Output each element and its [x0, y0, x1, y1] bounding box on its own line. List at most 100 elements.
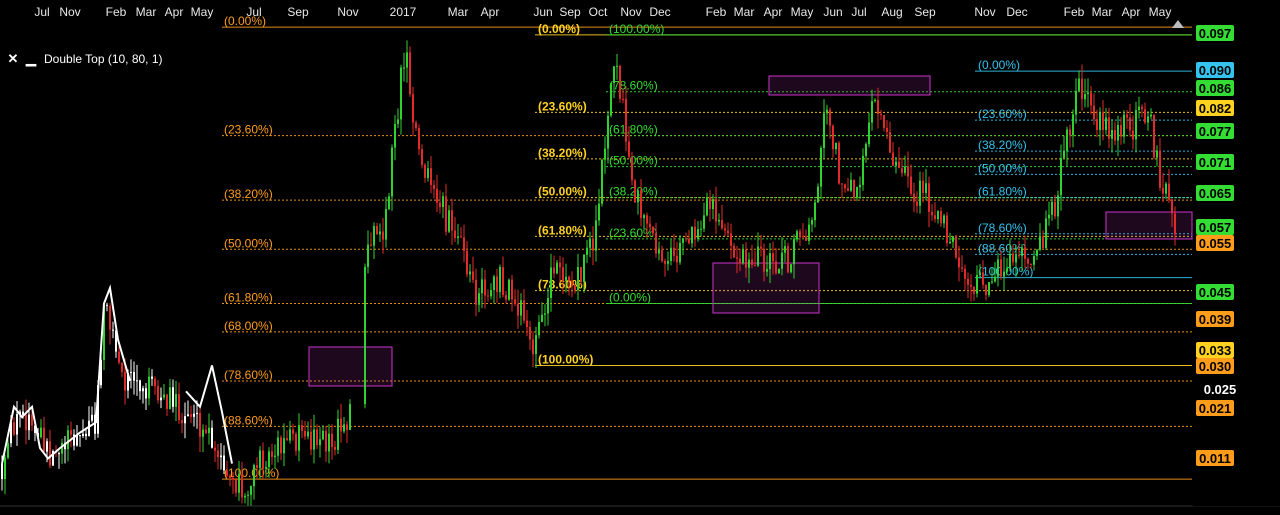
candle-body [493, 276, 495, 291]
candle-body [1006, 268, 1008, 272]
candle-body [754, 264, 756, 266]
time-axis-label: 2017 [390, 5, 417, 19]
time-axis-label: Nov [59, 5, 80, 19]
candle-body [625, 98, 627, 142]
candle-body [490, 290, 492, 297]
candle-body [1129, 117, 1131, 131]
candle-body [400, 67, 402, 120]
candle-body [382, 231, 384, 240]
candle-body [634, 180, 636, 203]
candle-body [1117, 124, 1119, 141]
candle-body [205, 429, 207, 434]
fib-level-label: (23.60%) [538, 99, 587, 113]
candle-body [148, 376, 150, 399]
candle-body [628, 141, 630, 157]
price-badge-value: 0.055 [1199, 236, 1232, 251]
candle-body [1003, 271, 1005, 277]
candle-body [184, 416, 186, 424]
candle-body [745, 249, 747, 268]
candle-body [706, 197, 708, 216]
candle-body [238, 474, 240, 493]
candle-body [703, 215, 705, 229]
candle-body [403, 67, 405, 69]
candle-body [829, 109, 831, 126]
candle-body [397, 119, 399, 124]
price-badge-value: 0.021 [1199, 401, 1232, 416]
candle-body [1141, 106, 1143, 110]
candle-body [496, 276, 498, 292]
time-axis-label: Feb [1064, 5, 1085, 19]
candle-body [145, 388, 147, 399]
candle-body [511, 279, 513, 300]
candle-body [925, 183, 927, 193]
candle-body [172, 387, 174, 407]
candle-body [1012, 253, 1014, 263]
time-axis-label: Sep [287, 5, 309, 19]
candle-body [79, 435, 81, 437]
candle-body [286, 438, 288, 441]
candle-body [283, 438, 285, 454]
candle-body [391, 147, 393, 197]
candle-body [865, 144, 867, 156]
fib-level-label: (78.60%) [224, 368, 273, 382]
fib-level-label: (23.60%) [224, 123, 273, 137]
fib-level-label: (38.20%) [978, 138, 1027, 152]
candle-body [109, 305, 111, 330]
candle-body [808, 224, 810, 241]
fib-level-label: (50.00%) [609, 154, 658, 168]
candle-body [1027, 258, 1029, 264]
price-badge-value: 0.086 [1199, 81, 1232, 96]
price-badge-value: 0.082 [1199, 101, 1232, 116]
candle-body [730, 233, 732, 246]
candle-body [550, 267, 552, 298]
candle-body [958, 257, 960, 268]
candle-body [112, 329, 114, 331]
candle-body [499, 267, 501, 292]
candle-body [646, 215, 648, 224]
candle-body [1000, 259, 1002, 277]
candle-body [280, 437, 282, 454]
candle-body [202, 429, 204, 437]
candle-body [1015, 254, 1017, 263]
candle-body [580, 267, 582, 283]
candle-body [259, 450, 261, 468]
candle-body [715, 199, 717, 222]
candle-body [988, 282, 990, 296]
candle-body [307, 431, 309, 437]
candle-body [346, 424, 348, 430]
candle-body [526, 320, 528, 328]
candle-body [697, 229, 699, 240]
candle-body [1168, 183, 1170, 200]
candle-body [832, 125, 834, 149]
candle-body [334, 446, 336, 450]
candle-body [319, 439, 321, 446]
candle-body [1096, 119, 1098, 131]
scroll-up-icon [1172, 20, 1184, 28]
candle-body [1135, 109, 1137, 140]
time-axis-label: Dec [1006, 5, 1027, 19]
candle-body [253, 465, 255, 487]
candle-body [904, 166, 906, 173]
candle-body [1114, 129, 1116, 141]
candle-body [124, 371, 126, 391]
candle-body [508, 279, 510, 300]
candle-body [427, 168, 429, 179]
candle-body [265, 467, 267, 469]
candle-body [976, 274, 978, 294]
candle-body [478, 293, 480, 305]
fib-level-label: (68.00%) [224, 319, 273, 333]
candle-body [1120, 124, 1122, 137]
candle-body [1132, 130, 1134, 140]
candle-body [547, 297, 549, 314]
candle-body [7, 443, 9, 458]
candle-body [1057, 195, 1059, 217]
candle-body [592, 238, 594, 251]
candle-body [949, 241, 951, 244]
fib-level-label: (38.20%) [224, 187, 273, 201]
candle-body [1030, 263, 1032, 265]
price-chart[interactable]: Jul Nov Feb Mar Apr May Jul Sep Nov 2017 Mar Apr Jun… [0, 0, 1280, 515]
candle-body [838, 142, 840, 184]
candle-body [655, 233, 657, 254]
candle-body [802, 236, 804, 238]
candle-body [157, 386, 159, 401]
